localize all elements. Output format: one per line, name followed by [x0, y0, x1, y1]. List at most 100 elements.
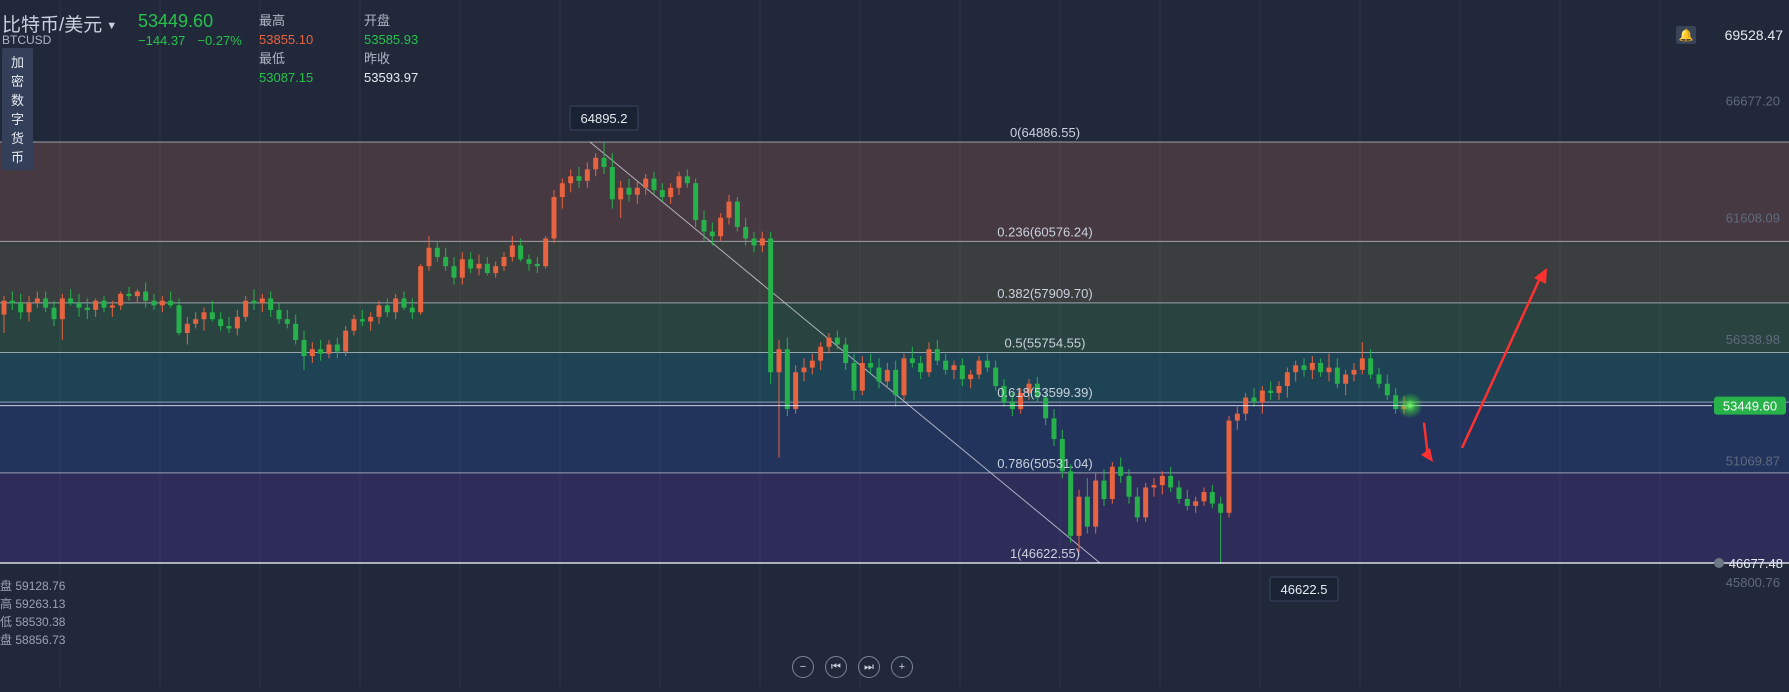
callout-label: 46622.5 [1281, 582, 1328, 597]
last-price: 53449.60 [138, 11, 214, 31]
candle-body [1101, 480, 1107, 499]
candle-body [1276, 386, 1282, 393]
hover-ohlc-readout: 盘 59128.76 高 59263.13 低 58530.38 盘 58856… [0, 577, 65, 649]
candle-body [1184, 498, 1190, 506]
candle [734, 197, 740, 232]
candle-body [476, 263, 482, 269]
y-tick-label: 66677.20 [1726, 94, 1780, 109]
candle-body [484, 263, 490, 274]
candle-body [868, 362, 874, 368]
candle-body [718, 217, 724, 237]
candle-body [459, 259, 465, 278]
candle-body [701, 220, 707, 232]
candle-body [468, 259, 474, 269]
candle-body [243, 300, 249, 317]
fib-label: 0(64886.55) [1010, 125, 1080, 140]
candle-body [1109, 466, 1115, 499]
candle-body [109, 305, 115, 308]
candle-body [926, 349, 932, 373]
candle-body [801, 367, 807, 373]
candle [784, 337, 790, 416]
candle-body [659, 190, 665, 198]
chart-area[interactable]: 0(64886.55) 0.236(60576.24) 0.382(57909.70… [0, 0, 1789, 687]
y-tick-label: 51069.87 [1726, 453, 1780, 468]
candle-body [976, 360, 982, 375]
current-price-label: 53449.60 [1723, 399, 1777, 414]
candle-body [68, 298, 74, 304]
high-label: 最高 [259, 13, 286, 28]
candle-body [1359, 358, 1365, 370]
candle-body [993, 367, 999, 387]
zoom-in-button[interactable]: + [891, 656, 913, 678]
prev-close-label: 昨收 [364, 51, 391, 66]
candle-body [259, 298, 265, 304]
candle-body [1326, 367, 1332, 373]
category-tag[interactable]: 加密数字货币 [2, 48, 34, 170]
fib-label: 0.5(55754.55) [1005, 336, 1086, 351]
candlestick-chart[interactable]: 0(64886.55) 0.236(60576.24) 0.382(57909.70… [0, 0, 1789, 687]
fib-band [0, 241, 1789, 303]
candle-body [1234, 413, 1240, 421]
y-tick-label: 45800.76 [1726, 575, 1780, 590]
candle-body [409, 307, 415, 313]
fib-label: 0.236(60576.24) [997, 224, 1092, 239]
candle-body [551, 197, 557, 239]
candle-body [743, 226, 749, 239]
candle [418, 263, 424, 315]
candle-body [184, 323, 190, 334]
candle [901, 353, 907, 400]
candle-body [726, 201, 732, 218]
candle-body [18, 303, 24, 313]
candle-body [1134, 496, 1140, 518]
candle-body [843, 344, 849, 363]
candle-body [501, 256, 507, 267]
chevron-down-icon[interactable]: ▼ [106, 20, 117, 32]
bell-icon[interactable]: 🔔 [1676, 26, 1696, 44]
scroll-right-button[interactable]: ⏭ [858, 656, 880, 678]
candle-body [609, 167, 615, 200]
high-low-block: 最高 53855.10 最低 53087.15 [259, 11, 313, 87]
change-percent: −0.27% [197, 33, 242, 48]
candle-body [818, 346, 824, 361]
candle-body [593, 157, 599, 170]
candle-body [526, 259, 532, 264]
candle-body [1201, 492, 1207, 502]
candle-body [543, 238, 549, 267]
candle-body [568, 176, 574, 184]
candle [543, 236, 549, 269]
fib-band [0, 472, 1789, 563]
candle-body [251, 300, 257, 304]
candle-body [809, 360, 815, 368]
scroll-left-button[interactable]: ⏮ [825, 656, 847, 678]
candle-body [676, 176, 682, 188]
candle-body [426, 247, 432, 267]
candle-body [193, 319, 199, 324]
candle-body [218, 319, 224, 327]
candle-body [876, 367, 882, 382]
candle-body [1093, 480, 1099, 527]
candle-body [776, 349, 782, 373]
candle-body [1209, 492, 1215, 504]
candle-body [284, 319, 290, 324]
candle-body [318, 349, 324, 354]
candle-body [126, 293, 132, 297]
candle-body [1259, 390, 1265, 403]
fib-label: 0.618(53599.39) [997, 385, 1092, 400]
candle-body [351, 319, 357, 331]
candle-body [893, 369, 899, 396]
price-change: −144.37 −0.27% [138, 33, 254, 48]
candle-body [734, 201, 740, 227]
candle-body [151, 300, 157, 306]
zoom-out-button[interactable]: − [792, 656, 814, 678]
readout-row: 盘 58856.73 [0, 633, 66, 647]
candle-body [951, 365, 957, 370]
low-label: 最低 [259, 51, 286, 66]
candle-body [901, 358, 907, 396]
candle-body [1143, 487, 1149, 518]
candle-body [984, 360, 990, 368]
candle [1143, 482, 1149, 523]
candle-body [1043, 397, 1049, 419]
candle-body [401, 298, 407, 308]
candle-body [159, 300, 165, 306]
candle-body [1159, 475, 1165, 486]
